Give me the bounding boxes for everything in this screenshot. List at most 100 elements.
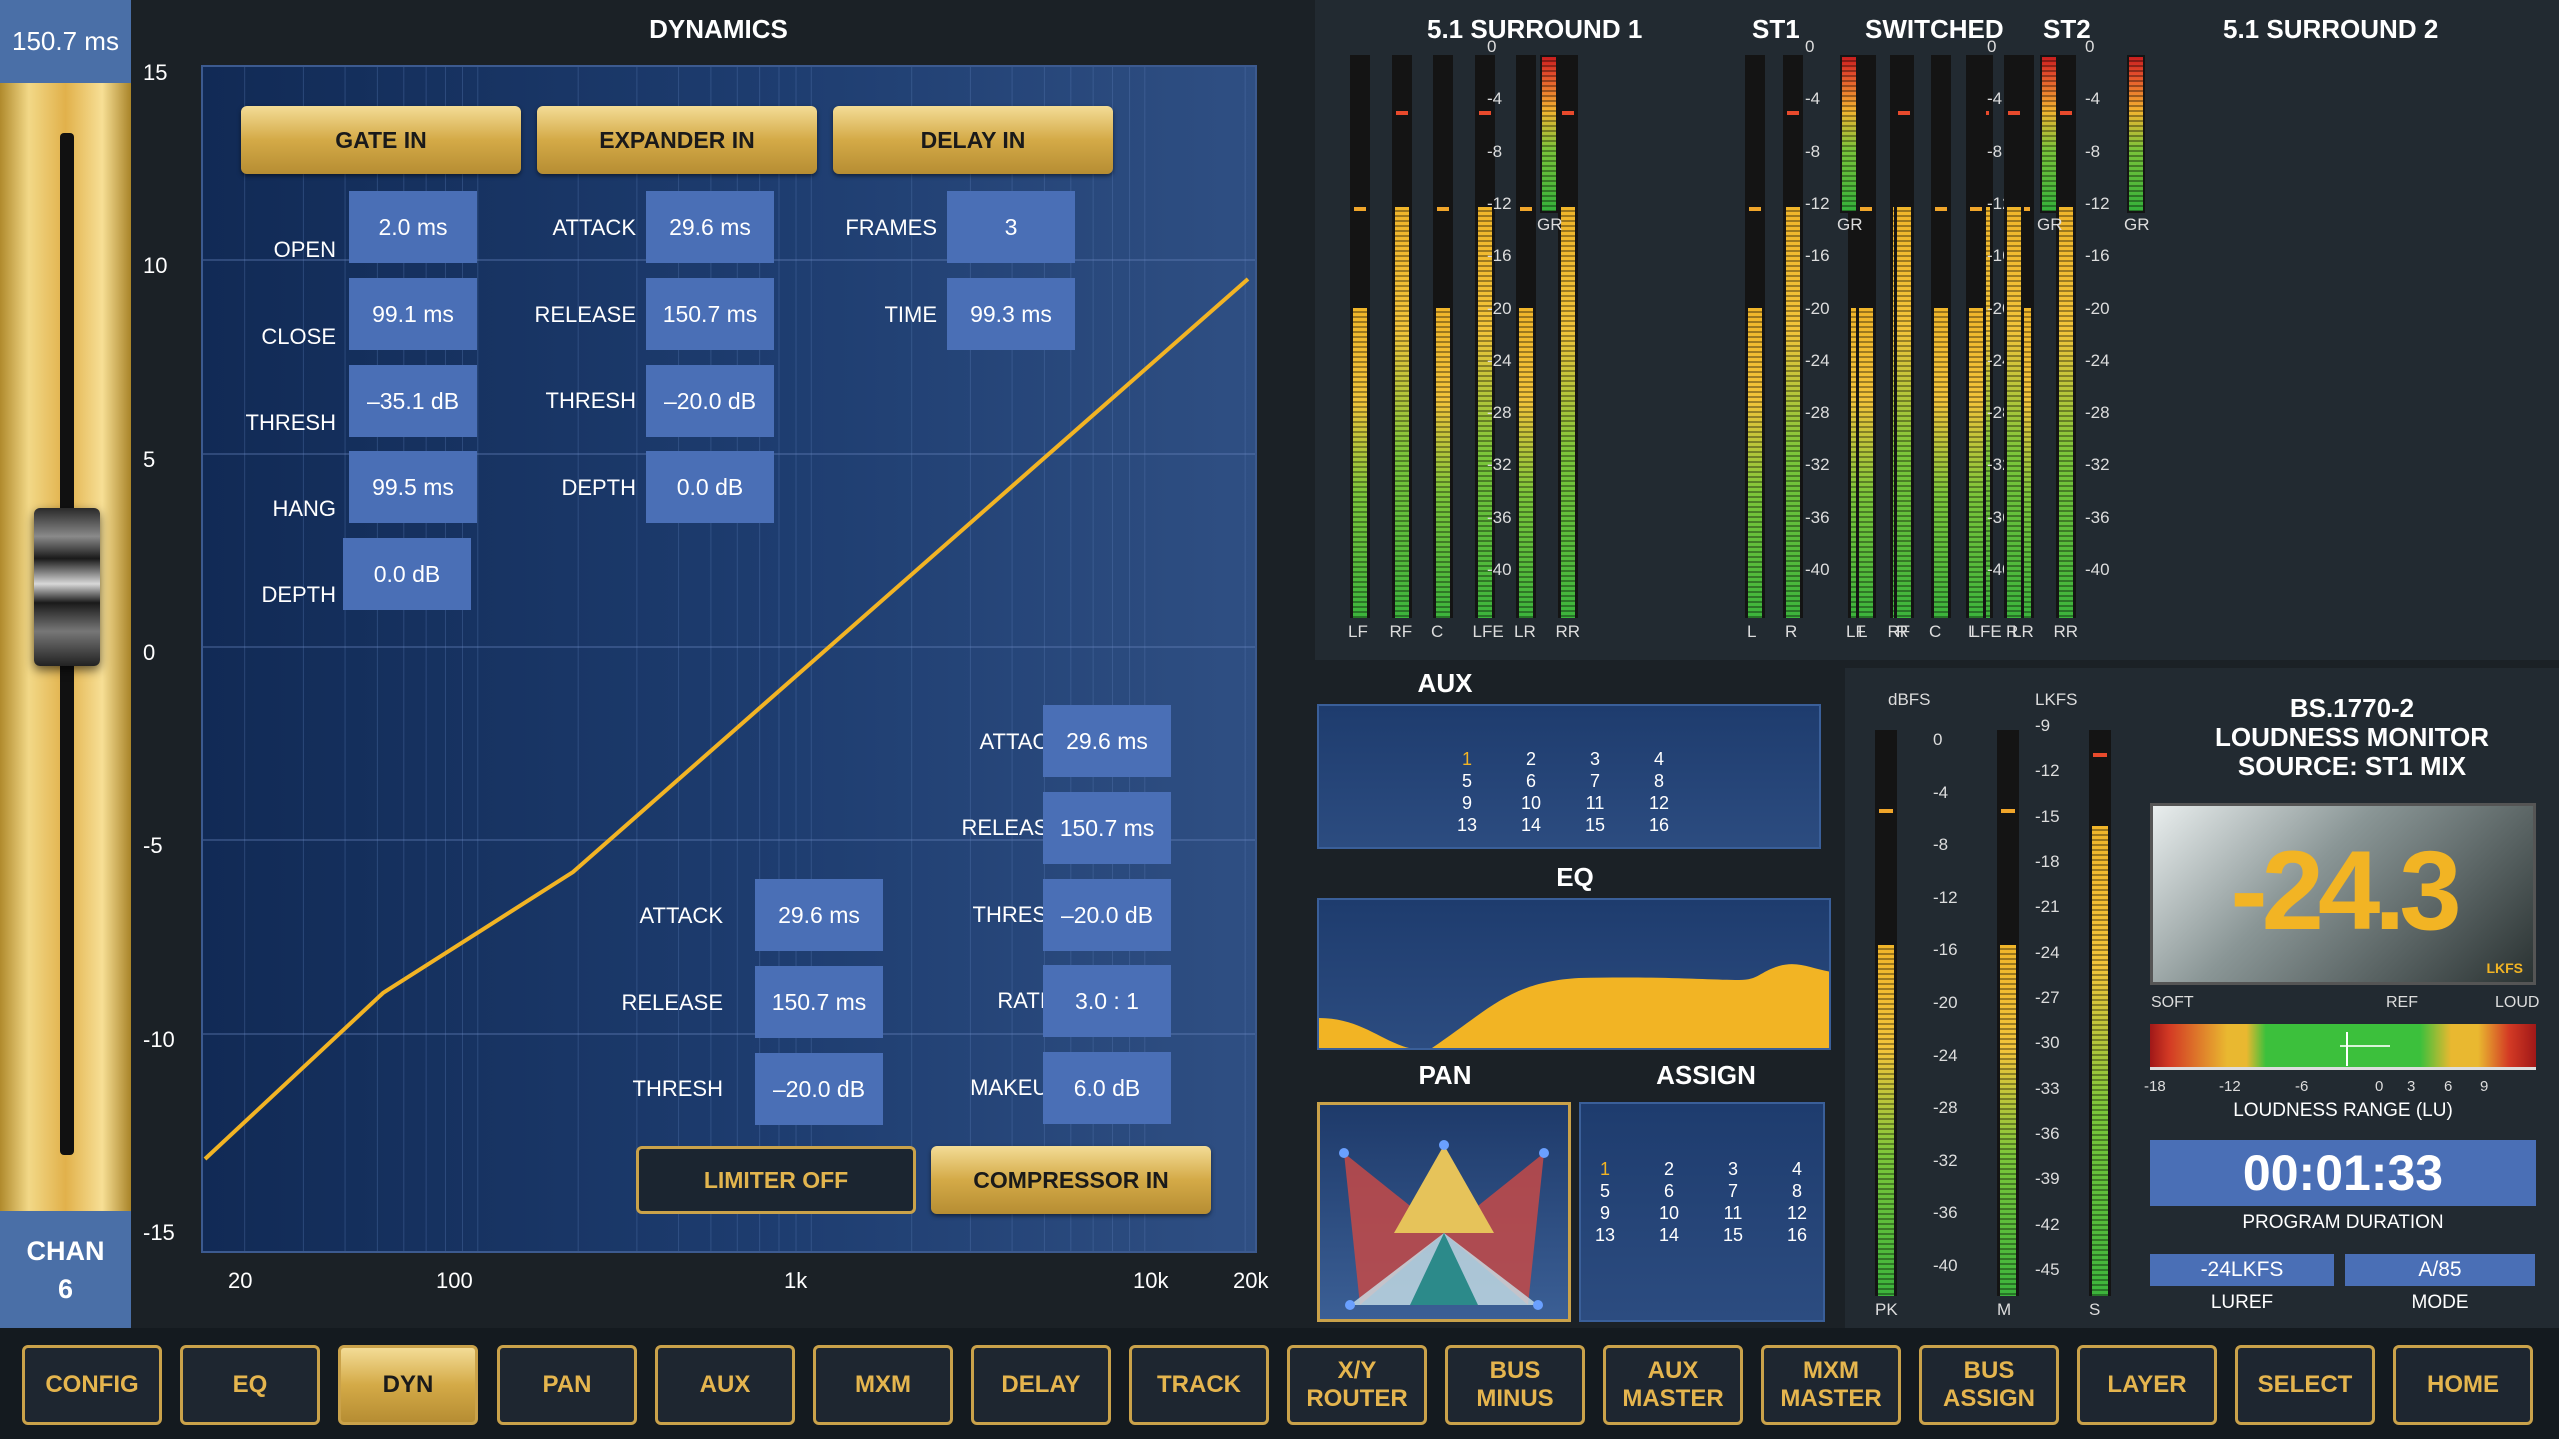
bus-number[interactable]: 8 xyxy=(1765,1180,1829,1202)
bus-number[interactable]: 11 xyxy=(1563,792,1627,814)
bus-number[interactable]: 1 xyxy=(1435,748,1499,770)
bus-number[interactable]: 10 xyxy=(1499,792,1563,814)
bus-number[interactable]: 5 xyxy=(1573,1180,1637,1202)
pan-panel[interactable]: PAN xyxy=(1315,1060,1575,1325)
meter-scale-tick: -20 xyxy=(1487,298,1512,318)
lkfs-tick: -33 xyxy=(2035,1078,2060,1098)
bus-number[interactable]: 5 xyxy=(1435,770,1499,792)
eq-panel[interactable]: EQ xyxy=(1315,862,1835,1057)
nav-aux-master-button[interactable]: AUX MASTER xyxy=(1603,1345,1743,1425)
gate-close-value[interactable]: 99.1 ms xyxy=(349,278,477,350)
bus-number[interactable]: 6 xyxy=(1499,770,1563,792)
bus-number[interactable]: 15 xyxy=(1701,1224,1765,1246)
limiter-off-button[interactable]: LIMITER OFF xyxy=(636,1146,916,1214)
bus-number[interactable]: 15 xyxy=(1563,814,1627,836)
fader-track[interactable] xyxy=(0,83,131,1211)
pan-box[interactable] xyxy=(1317,1102,1571,1322)
nav-track-button[interactable]: TRACK xyxy=(1129,1345,1269,1425)
expander-in-button[interactable]: EXPANDER IN xyxy=(537,106,817,174)
range-label: LOUDNESS RANGE (LU) xyxy=(2233,1100,2453,1121)
range-ref-marker xyxy=(2346,1032,2348,1066)
pan-title: PAN xyxy=(1418,1060,1472,1090)
eq-box[interactable] xyxy=(1317,898,1831,1050)
assign-panel[interactable]: ASSIGN 1 2 3 4 5 6 7 8 9 10 11 12 13 14 15 16 xyxy=(1577,1060,1835,1325)
delay-frames-label: FRAMES xyxy=(845,215,937,240)
loudness-fill xyxy=(2092,826,2108,1296)
fader-knob[interactable] xyxy=(34,508,100,666)
nav-layer-button[interactable]: LAYER xyxy=(2077,1345,2217,1425)
nav-mxm-button[interactable]: MXM xyxy=(813,1345,953,1425)
program-duration[interactable]: 00:01:33 xyxy=(2150,1140,2536,1206)
lim-thresh-value[interactable]: –20.0 dB xyxy=(755,1053,883,1125)
bus-number[interactable]: 12 xyxy=(1627,792,1691,814)
bus-number[interactable]: 2 xyxy=(1499,748,1563,770)
nav-config-button[interactable]: CONFIG xyxy=(22,1345,162,1425)
comp-thresh-value[interactable]: –20.0 dB xyxy=(1043,879,1171,951)
bus-number[interactable]: 8 xyxy=(1627,770,1691,792)
nav-home-button[interactable]: HOME xyxy=(2393,1345,2533,1425)
meter-scale-tick: -40 xyxy=(1805,560,1830,579)
luref-value[interactable]: -24LKFS xyxy=(2150,1254,2334,1286)
channel-label[interactable]: CHAN 6 xyxy=(0,1211,131,1328)
bus-number[interactable]: 7 xyxy=(1701,1180,1765,1202)
expander-release-value[interactable]: 150.7 ms xyxy=(646,278,774,350)
bus-number[interactable]: 13 xyxy=(1435,814,1499,836)
delay-frames-value[interactable]: 3 xyxy=(947,191,1075,263)
expander-depth-value[interactable]: 0.0 dB xyxy=(646,451,774,523)
bus-number[interactable]: 2 xyxy=(1637,1158,1701,1180)
gate-hang-value[interactable]: 99.5 ms xyxy=(349,451,477,523)
expander-thresh-label: THRESH xyxy=(545,388,636,413)
lim-release-value[interactable]: 150.7 ms xyxy=(755,966,883,1038)
nav-eq-button[interactable]: EQ xyxy=(180,1345,320,1425)
level-meter xyxy=(1745,55,1765,618)
meter-scale-tick: -36 xyxy=(1805,507,1830,527)
bus-number[interactable]: 13 xyxy=(1573,1224,1637,1246)
aux-box[interactable]: 1 2 3 4 5 6 7 8 9 10 11 12 13 14 15 16 xyxy=(1317,704,1821,849)
bus-number[interactable]: 9 xyxy=(1435,792,1499,814)
bus-number[interactable]: 7 xyxy=(1563,770,1627,792)
compressor-in-button[interactable]: COMPRESSOR IN xyxy=(931,1146,1211,1214)
bus-number[interactable]: 14 xyxy=(1637,1224,1701,1246)
bus-number[interactable]: 1 xyxy=(1573,1158,1637,1180)
bus-number[interactable]: 6 xyxy=(1637,1180,1701,1202)
comp-ratio-value[interactable]: 3.0 : 1 xyxy=(1043,965,1171,1037)
nav-bus-assign-button[interactable]: BUS ASSIGN xyxy=(1919,1345,2059,1425)
aux-panel[interactable]: AUX 1 2 3 4 5 6 7 8 9 10 11 12 13 14 15 16 xyxy=(1315,668,1835,853)
nav-mxm-master-button[interactable]: MXM MASTER xyxy=(1761,1345,1901,1425)
lim-attack-value[interactable]: 29.6 ms xyxy=(755,879,883,951)
comp-release-value[interactable]: 150.7 ms xyxy=(1043,792,1171,864)
assign-box[interactable]: 1 2 3 4 5 6 7 8 9 10 11 12 13 14 15 16 xyxy=(1579,1102,1825,1322)
expander-thresh-value[interactable]: –20.0 dB xyxy=(646,365,774,437)
mode-value[interactable]: A/85 xyxy=(2345,1254,2535,1286)
gate-thresh-value[interactable]: –35.1 dB xyxy=(349,365,477,437)
gate-depth-value[interactable]: 0.0 dB xyxy=(343,538,471,610)
bus-number[interactable]: 12 xyxy=(1765,1202,1829,1224)
bus-number[interactable]: 3 xyxy=(1563,748,1627,770)
bus-number[interactable]: 4 xyxy=(1765,1158,1829,1180)
nav-pan-button[interactable]: PAN xyxy=(497,1345,637,1425)
bus-number[interactable]: 3 xyxy=(1701,1158,1765,1180)
bus-number[interactable]: 16 xyxy=(1627,814,1691,836)
nav-bus-minus-button[interactable]: BUS MINUS xyxy=(1445,1345,1585,1425)
comp-attack-value[interactable]: 29.6 ms xyxy=(1043,705,1171,777)
comp-makeup-value[interactable]: 6.0 dB xyxy=(1043,1052,1171,1124)
nav-aux-button[interactable]: AUX xyxy=(655,1345,795,1425)
gr-label: GR xyxy=(2124,214,2150,234)
gate-in-button[interactable]: GATE IN xyxy=(241,106,521,174)
bus-number[interactable]: 14 xyxy=(1499,814,1563,836)
bus-number[interactable]: 10 xyxy=(1637,1202,1701,1224)
bus-number[interactable]: 11 xyxy=(1701,1202,1765,1224)
range-tick: 0 xyxy=(2375,1078,2384,1095)
nav-dyn-button[interactable]: DYN xyxy=(338,1345,478,1425)
gate-open-value[interactable]: 2.0 ms xyxy=(349,191,477,263)
meter-scale-tick: -32 xyxy=(1487,455,1512,475)
expander-attack-value[interactable]: 29.6 ms xyxy=(646,191,774,263)
delay-in-button[interactable]: DELAY IN xyxy=(833,106,1113,174)
nav-x-y-router-button[interactable]: X/Y ROUTER xyxy=(1287,1345,1427,1425)
bus-number[interactable]: 9 xyxy=(1573,1202,1637,1224)
nav-select-button[interactable]: SELECT xyxy=(2235,1345,2375,1425)
bus-number[interactable]: 4 xyxy=(1627,748,1691,770)
bus-number[interactable]: 16 xyxy=(1765,1224,1829,1246)
delay-time-value[interactable]: 99.3 ms xyxy=(947,278,1075,350)
nav-delay-button[interactable]: DELAY xyxy=(971,1345,1111,1425)
